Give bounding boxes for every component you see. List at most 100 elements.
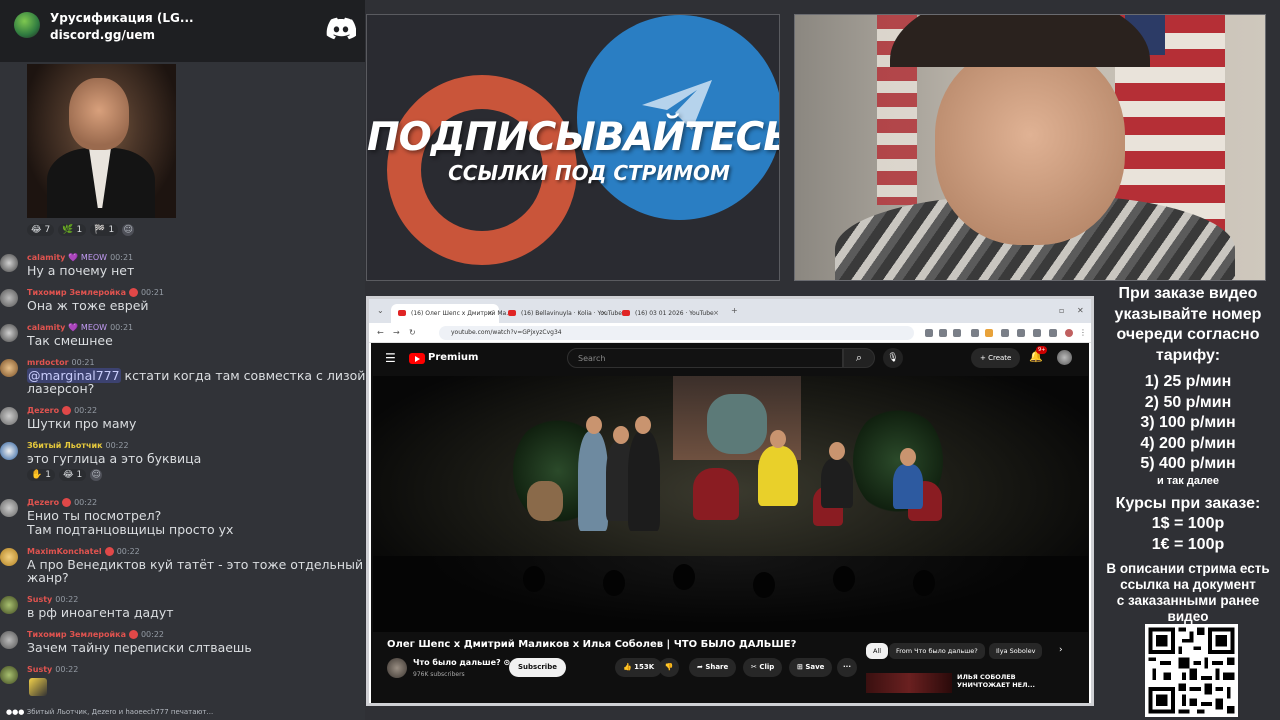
reaction[interactable]: 🌿 1 [58,224,87,236]
username[interactable]: MaximKonchatel [27,547,102,556]
reaction[interactable]: 😂 1 [58,469,87,481]
channel-name[interactable]: Что было дальше? ⊙ [413,658,510,667]
menu-icon[interactable]: ⋮ [1079,328,1087,337]
donation-info-panel: При заказе видео указывайте номер очеред… [1096,284,1280,625]
avatar[interactable] [0,499,18,517]
like-button[interactable]: 👍 153K [615,658,663,677]
bookmark-icon[interactable] [953,329,961,337]
badge-icon [62,406,72,415]
message-meta: calamity 💜 MEOW 00:21 [27,323,133,332]
qr-code-icon[interactable] [1145,624,1238,717]
close-icon[interactable]: × [487,309,493,317]
window-controls-icon[interactable]: ▫ [1059,306,1064,315]
tab-date[interactable]: (16) 03 01 2026 · YouTube × [615,304,725,323]
chip-ilya-sobolev[interactable]: Ilya Sobolev [989,643,1043,659]
clip-button[interactable]: ✂ Clip [743,658,783,677]
avatar[interactable] [0,254,18,272]
username[interactable]: Дezero [27,406,59,415]
sticker-image[interactable] [29,678,47,696]
timestamp: 00:21 [110,323,134,332]
username[interactable]: Susty [27,665,52,674]
channel-avatar[interactable] [387,658,407,678]
add-reaction-icon[interactable]: ☺ [122,224,135,236]
order-text-line: При заказе видео [1118,285,1258,302]
tariff-line: 3) 100 р/мин [1140,414,1236,431]
server-link[interactable]: discord.gg/uem [50,28,155,42]
add-reaction-icon[interactable]: ☺ [90,469,103,481]
account-avatar[interactable] [1057,350,1072,365]
url-field[interactable]: youtube.com/watch?v=GPjxyzCvg34 [439,326,914,340]
avatar[interactable] [0,407,18,425]
username[interactable]: Тихомир Землеройка [27,630,126,639]
reaction-gif[interactable] [27,64,176,218]
username[interactable]: Дezero [27,498,59,507]
avatar[interactable] [0,666,18,684]
close-window-icon[interactable]: ✕ [1077,306,1084,315]
recommended-title[interactable]: ИЛЬЯ СОБОЛЕВ УНИЧТОЖАЕТ НЕЛ... [957,673,1067,689]
username[interactable]: mrdoctor [27,358,69,367]
order-text-line: тарифу: [1155,346,1221,364]
forward-icon[interactable]: → [393,328,400,337]
screenshot-icon[interactable] [1049,329,1057,337]
avatar[interactable] [0,359,18,377]
create-button[interactable]: + Create [971,348,1021,368]
username[interactable]: Susty [27,595,52,604]
tab-video[interactable]: (16) Олег Шепс x Дмитрий Ма... × [391,304,512,323]
close-icon[interactable]: × [601,309,607,317]
back-icon[interactable]: ← [377,328,384,337]
avatar[interactable] [0,324,18,342]
new-tab-icon[interactable]: + [731,306,738,315]
tab-bellavinuyla[interactable]: (16) Bellavinuyla · Kolia · YouTube × [501,304,622,323]
chevron-right-icon[interactable]: › [1059,645,1063,655]
guest-person [628,431,660,531]
profile-icon[interactable] [1065,329,1073,337]
hamburger-menu-icon[interactable]: ☰ [385,351,396,365]
cast-icon[interactable] [939,329,947,337]
username[interactable]: calamity [27,253,65,262]
mic-icon[interactable]: 🎙 [883,348,903,368]
video-player[interactable] [373,376,1088,632]
youtube-logo-icon[interactable] [409,353,425,364]
username[interactable]: Тихомир Землеройка [27,288,126,297]
chip-from-channel[interactable]: From Что было дальше? [889,643,985,659]
badge-icon [128,288,138,297]
extension-icon[interactable] [971,329,979,337]
sidebar-icon[interactable] [1017,329,1025,337]
save-button[interactable]: ⊞ Save [789,658,833,677]
extension-icon[interactable] [985,329,993,337]
tariff-line: 4) 200 р/мин [1140,434,1236,452]
username[interactable]: calamity [27,323,65,332]
share-button[interactable]: ➦ Share [689,658,737,677]
more-actions-button[interactable]: ··· [837,658,857,677]
avatar[interactable] [0,631,18,649]
reaction[interactable]: ✋ 1 [27,469,55,481]
avatar[interactable] [0,548,18,566]
avatar[interactable] [0,289,18,307]
search-input[interactable]: Search [567,348,843,368]
gif-reactions: 😂 7 🌿 1 🏁 1 ☺ [27,224,135,236]
reaction[interactable]: 🏁 1 [90,224,119,236]
server-icon[interactable] [14,12,40,38]
search-icon[interactable]: ⌕ [843,348,875,368]
extensions-puzzle-icon[interactable] [1001,329,1009,337]
youtube-favicon-icon [398,310,406,316]
badge-icon [62,498,72,507]
zoom-icon[interactable] [925,329,933,337]
avatar[interactable] [0,596,18,614]
reaction-count: 1 [45,470,51,480]
username[interactable]: Збитый Льотчик [27,441,103,450]
avatar[interactable] [0,442,18,460]
youtube-brand[interactable]: Premium [428,352,478,363]
dislike-button[interactable]: 👎 [659,658,679,677]
recommended-thumbnail[interactable] [866,673,952,693]
reaction-emoji: 🏁 [94,225,106,235]
subscribe-button[interactable]: Subscribe [509,658,566,677]
reaction[interactable]: 😂 7 [27,224,55,236]
chip-all[interactable]: All [866,643,889,659]
reload-icon[interactable]: ↻ [409,328,416,337]
close-icon[interactable]: × [713,309,719,317]
guest-head [635,416,651,434]
tab-search-icon[interactable]: ⌄ [377,306,384,315]
download-icon[interactable] [1033,329,1041,337]
tariff-line: 5) 400 р/мин [1140,455,1236,472]
